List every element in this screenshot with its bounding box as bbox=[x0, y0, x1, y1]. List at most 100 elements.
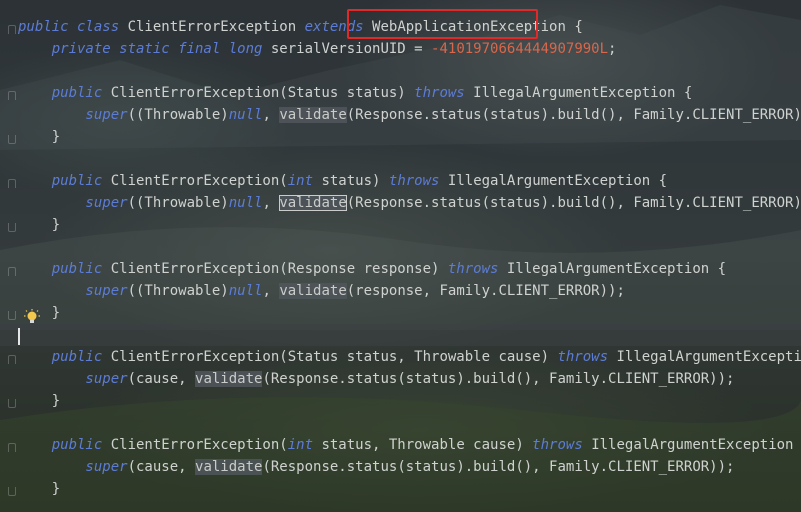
code-token: status, Throwable cause) bbox=[321, 437, 533, 453]
code-token: , bbox=[262, 107, 280, 123]
fold-end-icon[interactable] bbox=[8, 135, 16, 144]
code-text: public ClientErrorException(int status, … bbox=[18, 434, 801, 456]
fold-start-icon[interactable] bbox=[8, 267, 16, 276]
code-token: ClientErrorException( bbox=[110, 437, 288, 453]
code-text: super((Throwable)null, validate(Response… bbox=[18, 192, 801, 214]
keyword-token: super bbox=[18, 459, 128, 475]
keyword-token: super bbox=[18, 195, 128, 211]
keyword-token: int bbox=[287, 437, 322, 453]
fold-end-icon[interactable] bbox=[8, 223, 16, 232]
code-text: super(cause, validate(Response.status(st… bbox=[18, 456, 734, 478]
keyword-token: public class bbox=[18, 19, 128, 35]
code-text: } bbox=[18, 478, 60, 500]
code-text: } bbox=[18, 390, 60, 412]
code-line-ctor5-sig[interactable]: public ClientErrorException(int status, … bbox=[0, 434, 801, 456]
code-line-ctor5-body[interactable]: super(cause, validate(Response.status(st… bbox=[0, 456, 801, 478]
code-text: super((Throwable)null, validate(response… bbox=[18, 280, 625, 302]
code-text: } bbox=[18, 214, 60, 236]
code-token: (response, Family.CLIENT_ERROR)); bbox=[346, 283, 625, 299]
code-line-serial-field[interactable]: private static final long serialVersionU… bbox=[0, 38, 801, 60]
keyword-token: super bbox=[18, 371, 128, 387]
code-line-ctor4-body[interactable]: super(cause, validate(Response.status(st… bbox=[0, 368, 801, 390]
code-text: public ClientErrorException(Status statu… bbox=[18, 346, 801, 368]
code-line-ctor5-end[interactable]: } bbox=[0, 478, 801, 500]
code-token: } bbox=[18, 393, 61, 409]
code-line-blank-1[interactable] bbox=[0, 60, 801, 82]
code-line-ctor1-body[interactable]: super((Throwable)null, validate(Response… bbox=[0, 104, 801, 126]
code-line-ctor3-body[interactable]: super((Throwable)null, validate(response… bbox=[0, 280, 801, 302]
code-token: (Response.status(status).build(), Family… bbox=[262, 371, 735, 387]
keyword-token: super bbox=[18, 283, 128, 299]
lightbulb-icon[interactable] bbox=[24, 309, 40, 327]
code-token: IllegalArgumentException { bbox=[616, 349, 801, 365]
code-token: ((Throwable) bbox=[127, 283, 229, 299]
fold-end-icon[interactable] bbox=[8, 487, 16, 496]
highlighted-token: validate bbox=[279, 107, 347, 123]
code-token: } bbox=[18, 129, 61, 145]
fold-start-icon[interactable] bbox=[8, 443, 16, 452]
code-line-blank-2[interactable] bbox=[0, 148, 801, 170]
code-text: } bbox=[18, 126, 60, 148]
code-line-blank-3[interactable] bbox=[0, 236, 801, 258]
code-line-ctor3-sig[interactable]: public ClientErrorException(Response res… bbox=[0, 258, 801, 280]
code-token: IllegalArgumentException { bbox=[506, 261, 727, 277]
highlighted-token: validate bbox=[195, 459, 263, 475]
code-token: , bbox=[262, 195, 280, 211]
code-token: { bbox=[565, 19, 583, 35]
code-line-ctor4-sig[interactable]: public ClientErrorException(Status statu… bbox=[0, 346, 801, 368]
fold-start-icon[interactable] bbox=[8, 179, 16, 188]
code-text: private static final long serialVersionU… bbox=[18, 38, 617, 60]
fold-start-icon[interactable] bbox=[8, 25, 16, 34]
code-line-ctor1-end[interactable]: } bbox=[0, 126, 801, 148]
keyword-token: public bbox=[18, 349, 111, 365]
highlighted-token: validate bbox=[279, 195, 347, 211]
code-line-ctor2-body[interactable]: super((Throwable)null, validate(Response… bbox=[0, 192, 801, 214]
code-line-ctor1-sig[interactable]: public ClientErrorException(Status statu… bbox=[0, 82, 801, 104]
code-token: (Response.status(status).build(), Family… bbox=[346, 195, 801, 211]
code-text: public ClientErrorException(Status statu… bbox=[18, 82, 693, 104]
code-token: , bbox=[262, 283, 280, 299]
code-line-ctor2-end[interactable]: } bbox=[0, 214, 801, 236]
code-token: ((Throwable) bbox=[127, 195, 229, 211]
number-token: -4101970664444907990L bbox=[431, 41, 609, 57]
code-token: ClientErrorException(Status status) bbox=[110, 85, 415, 101]
code-text: super(cause, validate(Response.status(st… bbox=[18, 368, 734, 390]
code-token: (Response.status(status).build(), Family… bbox=[262, 459, 735, 475]
keyword-token: public bbox=[18, 261, 111, 277]
keyword-token: throws bbox=[414, 85, 474, 101]
code-line-ctor4-end[interactable]: } bbox=[0, 390, 801, 412]
code-token: } bbox=[18, 217, 61, 233]
fold-end-icon[interactable] bbox=[8, 399, 16, 408]
code-token: IllegalArgumentException { bbox=[473, 85, 693, 101]
code-token: status) bbox=[321, 173, 389, 189]
code-token: IllegalArgumentException { bbox=[447, 173, 668, 189]
text-caret bbox=[18, 328, 20, 345]
code-line-caret-line[interactable] bbox=[0, 324, 801, 346]
keyword-token: public bbox=[18, 85, 111, 101]
fold-start-icon[interactable] bbox=[8, 355, 16, 364]
code-token: (cause, bbox=[127, 371, 196, 387]
keyword-token: public bbox=[18, 437, 111, 453]
code-token: serialVersionUID = bbox=[270, 41, 432, 57]
keyword-token: super bbox=[18, 107, 128, 123]
code-editor[interactable]: public class ClientErrorException extend… bbox=[0, 0, 801, 512]
annotation-highlight-box bbox=[347, 9, 538, 39]
code-token: ClientErrorException(Response response) bbox=[110, 261, 448, 277]
code-token: ; bbox=[608, 41, 617, 57]
keyword-token: private static final long bbox=[18, 41, 271, 57]
code-line-blank-4[interactable] bbox=[0, 412, 801, 434]
keyword-token: throws bbox=[447, 261, 507, 277]
code-line-ctor2-sig[interactable]: public ClientErrorException(int status) … bbox=[0, 170, 801, 192]
keyword-token: null bbox=[228, 107, 263, 123]
code-line-ctor3-end[interactable]: } bbox=[0, 302, 801, 324]
code-token: IllegalArgumentException { bbox=[591, 437, 801, 453]
code-token: } bbox=[18, 481, 61, 497]
keyword-token: throws bbox=[532, 437, 592, 453]
code-text: public ClientErrorException(Response res… bbox=[18, 258, 726, 280]
fold-start-icon[interactable] bbox=[8, 91, 16, 100]
code-token: ClientErrorException bbox=[127, 19, 305, 35]
keyword-token: throws bbox=[388, 173, 448, 189]
keyword-token: int bbox=[287, 173, 322, 189]
fold-end-icon[interactable] bbox=[8, 311, 16, 320]
code-token: (Response.status(status).build(), Family… bbox=[346, 107, 801, 123]
